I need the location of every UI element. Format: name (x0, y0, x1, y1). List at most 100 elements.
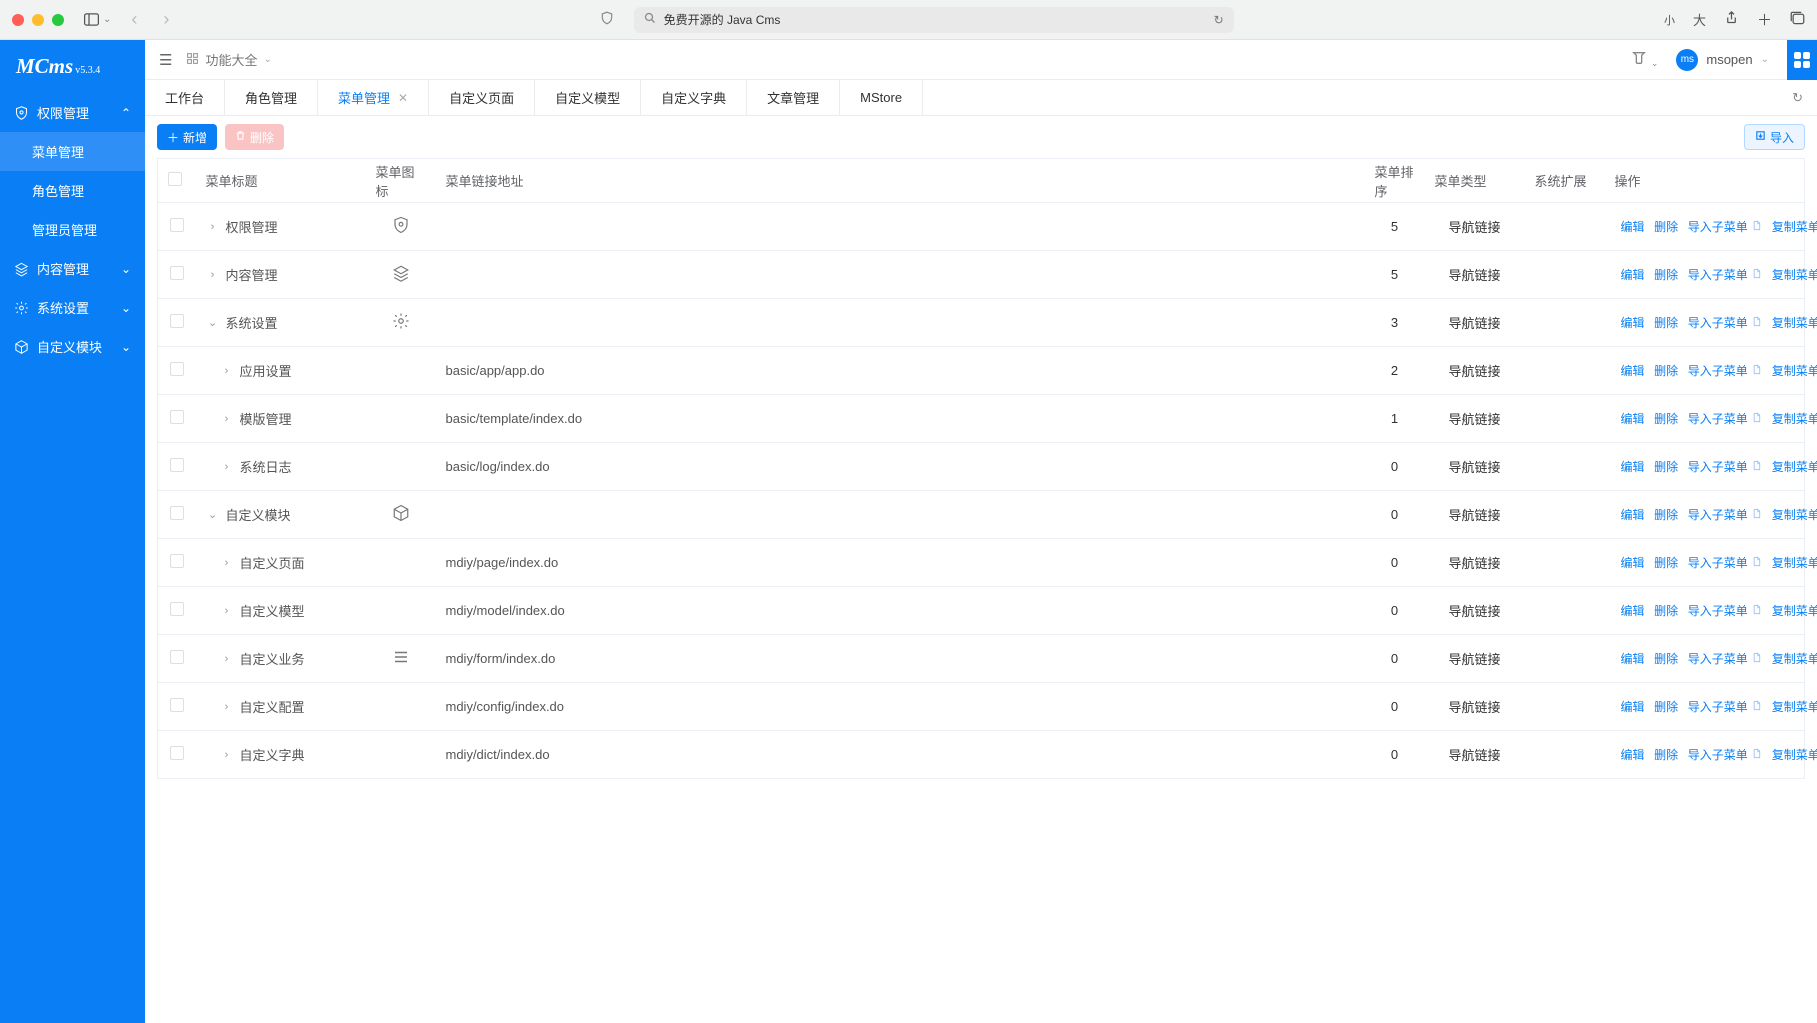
refresh-icon[interactable]: ↻ (1778, 80, 1817, 115)
delete-link[interactable]: 删除 (1654, 508, 1678, 522)
edit-link[interactable]: 编辑 (1621, 316, 1645, 330)
shield-icon[interactable] (600, 11, 614, 28)
close-icon[interactable]: ✕ (398, 91, 408, 105)
text-large-icon[interactable]: 大 (1693, 10, 1706, 29)
nav-group[interactable]: 内容管理 ⌄ (0, 249, 145, 288)
expand-icon[interactable]: › (220, 605, 234, 617)
import-sub-link[interactable]: 导入子菜单 (1688, 316, 1748, 330)
copy-link[interactable]: 复制菜单 (1772, 748, 1817, 762)
select-all-checkbox[interactable] (168, 172, 182, 186)
row-checkbox[interactable] (170, 506, 184, 520)
tab[interactable]: 自定义模型 (535, 80, 641, 115)
delete-link[interactable]: 删除 (1654, 604, 1678, 618)
expand-icon[interactable]: › (220, 557, 234, 569)
row-checkbox[interactable] (170, 362, 184, 376)
row-checkbox[interactable] (170, 698, 184, 712)
edit-link[interactable]: 编辑 (1621, 220, 1645, 234)
expand-icon[interactable]: ⌄ (206, 508, 220, 521)
sidebar-toggle-icon[interactable]: ⌄ (84, 13, 111, 26)
tab[interactable]: 自定义页面 (429, 80, 535, 115)
delete-link[interactable]: 删除 (1654, 700, 1678, 714)
copy-link[interactable]: 复制菜单 (1772, 316, 1817, 330)
edit-link[interactable]: 编辑 (1621, 748, 1645, 762)
row-checkbox[interactable] (170, 746, 184, 760)
expand-icon[interactable]: › (206, 221, 220, 233)
row-checkbox[interactable] (170, 218, 184, 232)
delete-link[interactable]: 删除 (1654, 748, 1678, 762)
address-bar[interactable]: 免费开源的 Java Cms ↻ (634, 7, 1234, 33)
import-sub-link[interactable]: 导入子菜单 (1688, 268, 1748, 282)
delete-link[interactable]: 删除 (1654, 652, 1678, 666)
delete-link[interactable]: 删除 (1654, 268, 1678, 282)
row-checkbox[interactable] (170, 266, 184, 280)
delete-link[interactable]: 删除 (1654, 412, 1678, 426)
add-button[interactable]: ＋ 新增 (157, 124, 217, 150)
new-tab-icon[interactable]: ＋ (1757, 9, 1772, 30)
edit-link[interactable]: 编辑 (1621, 556, 1645, 570)
nav-item[interactable]: 管理员管理 (0, 210, 145, 249)
delete-link[interactable]: 删除 (1654, 460, 1678, 474)
tab[interactable]: 工作台 (145, 80, 225, 115)
features-dropdown[interactable]: 功能大全 ⌄ (186, 50, 271, 69)
delete-link[interactable]: 删除 (1654, 556, 1678, 570)
edit-link[interactable]: 编辑 (1621, 364, 1645, 378)
import-sub-link[interactable]: 导入子菜单 (1688, 220, 1748, 234)
apps-button[interactable] (1787, 40, 1817, 80)
row-checkbox[interactable] (170, 650, 184, 664)
expand-icon[interactable]: › (220, 701, 234, 713)
row-checkbox[interactable] (170, 410, 184, 424)
menu-toggle-icon[interactable]: ☰ (159, 51, 172, 69)
import-sub-link[interactable]: 导入子菜单 (1688, 652, 1748, 666)
tab[interactable]: MStore (840, 80, 923, 115)
copy-link[interactable]: 复制菜单 (1772, 364, 1817, 378)
copy-link[interactable]: 复制菜单 (1772, 604, 1817, 618)
nav-item[interactable]: 菜单管理 (0, 132, 145, 171)
expand-icon[interactable]: › (220, 461, 234, 473)
nav-group[interactable]: 系统设置 ⌄ (0, 288, 145, 327)
user-menu[interactable]: ms msopen ⌄ (1676, 49, 1769, 71)
import-sub-link[interactable]: 导入子菜单 (1688, 556, 1748, 570)
edit-link[interactable]: 编辑 (1621, 652, 1645, 666)
row-checkbox[interactable] (170, 314, 184, 328)
row-checkbox[interactable] (170, 458, 184, 472)
nav-group[interactable]: 自定义模块 ⌄ (0, 327, 145, 366)
tab[interactable]: 自定义字典 (641, 80, 747, 115)
copy-link[interactable]: 复制菜单 (1772, 508, 1817, 522)
copy-link[interactable]: 复制菜单 (1772, 220, 1817, 234)
edit-link[interactable]: 编辑 (1621, 604, 1645, 618)
edit-link[interactable]: 编辑 (1621, 412, 1645, 426)
copy-link[interactable]: 复制菜单 (1772, 652, 1817, 666)
copy-link[interactable]: 复制菜单 (1772, 556, 1817, 570)
import-sub-link[interactable]: 导入子菜单 (1688, 748, 1748, 762)
row-checkbox[interactable] (170, 554, 184, 568)
expand-icon[interactable]: › (206, 269, 220, 281)
close-window-icon[interactable] (12, 14, 24, 26)
row-checkbox[interactable] (170, 602, 184, 616)
import-sub-link[interactable]: 导入子菜单 (1688, 364, 1748, 378)
minimize-window-icon[interactable] (32, 14, 44, 26)
delete-button[interactable]: 删除 (225, 124, 284, 150)
back-icon[interactable]: ‹ (131, 9, 137, 30)
expand-icon[interactable]: › (220, 365, 234, 377)
theme-icon[interactable]: ⌄ (1631, 50, 1658, 69)
import-sub-link[interactable]: 导入子菜单 (1688, 700, 1748, 714)
tab[interactable]: 文章管理 (747, 80, 840, 115)
maximize-window-icon[interactable] (52, 14, 64, 26)
tab[interactable]: 角色管理 (225, 80, 318, 115)
expand-icon[interactable]: ⌄ (206, 316, 220, 329)
copy-link[interactable]: 复制菜单 (1772, 700, 1817, 714)
copy-link[interactable]: 复制菜单 (1772, 412, 1817, 426)
delete-link[interactable]: 删除 (1654, 364, 1678, 378)
import-sub-link[interactable]: 导入子菜单 (1688, 604, 1748, 618)
delete-link[interactable]: 删除 (1654, 220, 1678, 234)
share-icon[interactable] (1724, 10, 1739, 29)
text-small-icon[interactable]: 小 (1664, 12, 1675, 28)
expand-icon[interactable]: › (220, 413, 234, 425)
tab[interactable]: 菜单管理✕ (318, 80, 429, 115)
expand-icon[interactable]: › (220, 653, 234, 665)
delete-link[interactable]: 删除 (1654, 316, 1678, 330)
copy-link[interactable]: 复制菜单 (1772, 460, 1817, 474)
copy-link[interactable]: 复制菜单 (1772, 268, 1817, 282)
import-sub-link[interactable]: 导入子菜单 (1688, 508, 1748, 522)
reload-icon[interactable]: ↻ (1214, 13, 1224, 27)
